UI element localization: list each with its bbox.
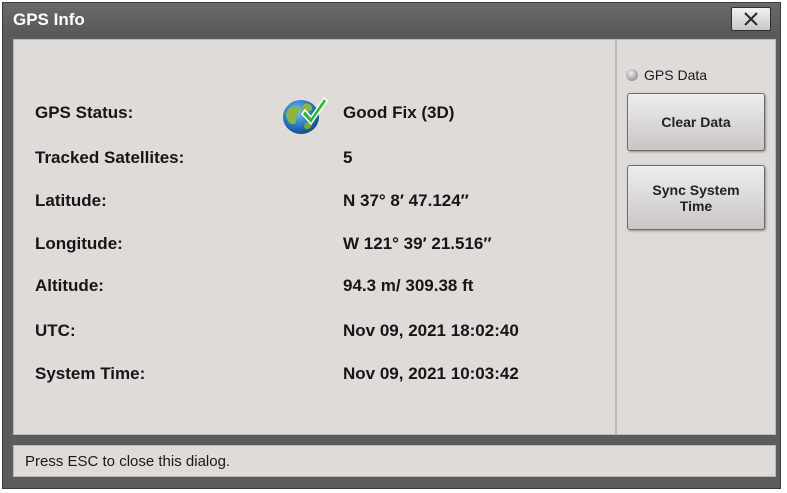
sync-system-time-button[interactable]: Sync System Time: [627, 165, 765, 230]
longitude-value: W 121° 39′ 21.516″: [343, 234, 492, 253]
content-area: GPS Status: Good Fix (3D) Tracked Satell…: [13, 39, 776, 435]
sync-system-time-label: Sync System Time: [652, 181, 740, 214]
gps-info-dialog: GPS Info GPS Status: Good Fix (3D) Track…: [2, 2, 781, 489]
tracked-satellites-label: Tracked Satellites:: [35, 148, 185, 167]
globe-check-icon: [283, 96, 328, 134]
action-panel: GPS Data Clear Data Sync System Time: [615, 40, 775, 434]
dialog-title: GPS Info: [13, 10, 85, 29]
clear-data-button[interactable]: Clear Data: [627, 93, 765, 151]
utc-value: Nov 09, 2021 18:02:40: [343, 321, 519, 340]
altitude-value: 94.3 m/ 309.38 ft: [343, 276, 474, 295]
latitude-label: Latitude:: [35, 191, 107, 210]
gps-info-panel: GPS Status: Good Fix (3D) Tracked Satell…: [14, 40, 615, 434]
gps-status-label: GPS Status:: [35, 103, 134, 122]
clear-data-label: Clear Data: [661, 114, 731, 130]
title-bar: GPS Info: [3, 3, 780, 37]
system-time-label: System Time:: [35, 364, 146, 383]
utc-label: UTC:: [35, 321, 76, 340]
close-button[interactable]: [731, 7, 771, 31]
close-icon: [744, 12, 758, 26]
status-bar: Press ESC to close this dialog.: [13, 445, 776, 477]
latitude-value: N 37° 8′ 47.124″: [343, 191, 469, 210]
system-time-value: Nov 09, 2021 10:03:42: [343, 364, 519, 383]
gps-data-led-icon: [626, 69, 638, 81]
gps-status-value: Good Fix (3D): [343, 103, 455, 122]
longitude-label: Longitude:: [35, 234, 123, 253]
altitude-label: Altitude:: [35, 276, 104, 295]
gps-data-indicator: GPS Data: [626, 67, 707, 83]
tracked-satellites-value: 5: [343, 148, 353, 167]
status-message: Press ESC to close this dialog.: [25, 453, 231, 470]
gps-data-label: GPS Data: [644, 67, 708, 83]
